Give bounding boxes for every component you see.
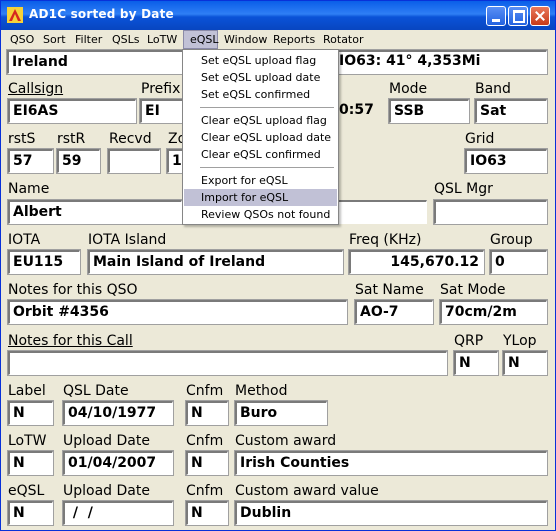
lotw-upload-date-label: Upload Date: [63, 433, 150, 449]
freq-input[interactable]: 145,670.12: [348, 249, 485, 275]
menu-qso[interactable]: QSO: [4, 30, 40, 49]
ylop-label: YLop: [503, 333, 537, 349]
lotw-input[interactable]: N: [7, 450, 54, 476]
qrp-label: QRP: [454, 333, 484, 349]
name-input-tail[interactable]: [339, 200, 427, 224]
menuitem-clear-eqsl-confirmed[interactable]: Clear eQSL confirmed: [184, 146, 337, 163]
sat-name-input[interactable]: AO-7: [354, 299, 434, 325]
menu-eqsl[interactable]: eQSL: [183, 30, 219, 49]
eqsl-input[interactable]: N: [7, 500, 54, 526]
method-label: Method: [235, 383, 288, 399]
time-value: 0:57: [339, 102, 374, 118]
group-input[interactable]: 0: [489, 249, 548, 275]
title-bar[interactable]: AD1C sorted by Date: [1, 1, 555, 30]
group-label: Group: [490, 232, 533, 248]
sat-mode-label: Sat Mode: [440, 282, 506, 298]
qsl-cnfm-input[interactable]: N: [185, 400, 229, 426]
menuitem-clear-eqsl-upload-date[interactable]: Clear eQSL upload date: [184, 129, 337, 146]
logbook-window: AD1C sorted by Date QSO Sort Filter QSLs…: [0, 0, 556, 531]
notes-call-label: Notes for this Call: [8, 333, 133, 349]
recvd-input[interactable]: [107, 148, 161, 174]
qsl-mgr-input[interactable]: [433, 199, 548, 225]
menu-separator: [200, 107, 334, 108]
menu-reports[interactable]: Reports: [267, 30, 321, 49]
app-logo-icon: [7, 7, 23, 23]
qrp-input[interactable]: N: [453, 350, 499, 376]
qsl-date-input[interactable]: 04/10/1977: [62, 400, 174, 426]
freq-label: Freq (KHz): [349, 232, 422, 248]
band-label: Band: [475, 81, 511, 97]
menu-qsls[interactable]: QSLs: [106, 30, 146, 49]
method-input[interactable]: Buro: [234, 400, 328, 426]
eqsl-upload-date-input[interactable]: / /: [62, 500, 174, 526]
grid-label: Grid: [465, 131, 495, 147]
eqsl-upload-date-label: Upload Date: [63, 483, 150, 499]
eqsl-cnfm-label: Cnfm: [186, 483, 224, 499]
rsts-label: rstS: [8, 131, 36, 147]
notes-qso-label: Notes for this QSO: [8, 282, 138, 298]
menuitem-set-eqsl-upload-flag[interactable]: Set eQSL upload flag: [184, 52, 337, 69]
eqsl-cnfm-input[interactable]: N: [185, 500, 229, 526]
label-label: Label: [8, 383, 46, 399]
eqsl-label: eQSL: [8, 483, 45, 499]
custom-award-value-label: Custom award value: [235, 483, 379, 499]
lotw-cnfm-label: Cnfm: [186, 433, 224, 449]
grid-input[interactable]: IO63: [464, 148, 548, 174]
menu-rotator[interactable]: Rotator: [317, 30, 370, 49]
zone-input[interactable]: 14: [166, 148, 184, 174]
ylop-input[interactable]: N: [502, 350, 548, 376]
notes-call-input[interactable]: [7, 350, 448, 376]
name-label: Name: [8, 181, 50, 197]
rsts-input[interactable]: 57: [7, 148, 54, 174]
custom-award-label: Custom award: [235, 433, 337, 449]
sat-mode-input[interactable]: 70cm/2m: [439, 299, 548, 325]
prefix-input[interactable]: EI: [139, 98, 185, 124]
iota-label: IOTA: [8, 232, 41, 248]
maximize-button[interactable]: [508, 6, 528, 26]
qsl-date-label: QSL Date: [63, 383, 129, 399]
eqsl-dropdown-menu: Set eQSL upload flag Set eQSL upload dat…: [182, 49, 339, 225]
iota-island-label: IOTA Island: [88, 232, 167, 248]
menuitem-export-for-eqsl[interactable]: Export for eQSL: [184, 172, 337, 189]
menu-separator: [200, 167, 334, 168]
sat-name-label: Sat Name: [355, 282, 424, 298]
menu-window[interactable]: Window: [218, 30, 273, 49]
prefix-label: Prefix: [141, 81, 181, 97]
mode-label: Mode: [389, 81, 428, 97]
custom-award-value-input[interactable]: Dublin: [234, 500, 548, 526]
minimize-button[interactable]: [486, 6, 506, 26]
menuitem-review-qsos-not-found[interactable]: Review QSOs not found: [184, 206, 337, 223]
callsign-label: Callsign: [8, 81, 64, 97]
menu-lotw[interactable]: LoTW: [141, 30, 183, 49]
menuitem-set-eqsl-upload-date[interactable]: Set eQSL upload date: [184, 69, 337, 86]
iota-input[interactable]: EU115: [7, 249, 81, 275]
country-value: Ireland: [12, 54, 68, 70]
lotw-cnfm-input[interactable]: N: [185, 450, 229, 476]
qsl-mgr-label: QSL Mgr: [434, 181, 493, 197]
notes-qso-input[interactable]: Orbit #4356: [7, 299, 348, 325]
rstr-input[interactable]: 59: [56, 148, 101, 174]
menuitem-clear-eqsl-upload-flag[interactable]: Clear eQSL upload flag: [184, 112, 337, 129]
iota-island-input[interactable]: Main Island of Ireland: [87, 249, 344, 275]
qsl-cnfm-label: Cnfm: [186, 383, 224, 399]
callsign-input[interactable]: EI6AS: [7, 98, 137, 124]
band-input[interactable]: Sat: [474, 98, 548, 124]
menu-filter[interactable]: Filter: [69, 30, 108, 49]
label-input[interactable]: N: [7, 400, 54, 426]
rstr-label: rstR: [57, 131, 86, 147]
mode-input[interactable]: SSB: [388, 98, 470, 124]
close-button[interactable]: [530, 6, 550, 26]
custom-award-input[interactable]: Irish Counties: [234, 450, 548, 476]
beam-heading-text: IO63: 41° 4,353Mi: [339, 53, 481, 69]
lotw-label: LoTW: [8, 433, 47, 449]
window-title: AD1C sorted by Date: [29, 7, 174, 21]
name-input[interactable]: Albert: [7, 199, 183, 225]
menu-sort[interactable]: Sort: [37, 30, 72, 49]
menuitem-set-eqsl-confirmed[interactable]: Set eQSL confirmed: [184, 86, 337, 103]
menu-bar: QSO Sort Filter QSLs LoTW eQSL Window Re…: [2, 30, 555, 49]
menuitem-import-for-eqsl[interactable]: Import for eQSL: [184, 189, 337, 206]
recvd-label: Recvd: [109, 131, 152, 147]
lotw-upload-date-input[interactable]: 01/04/2007: [62, 450, 174, 476]
